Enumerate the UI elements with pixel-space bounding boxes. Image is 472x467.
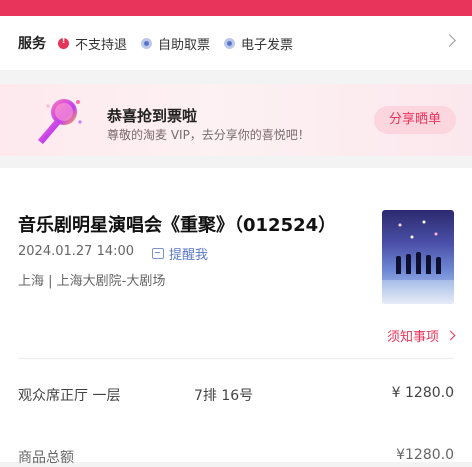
service-item-label: 不支持退: [75, 37, 128, 53]
remind-me-label: 提醒我: [169, 248, 209, 263]
service-item-label: 电子发票: [241, 37, 294, 53]
poster-figure: [436, 257, 441, 274]
check-circle-icon: [224, 37, 236, 49]
poster-stage: [382, 280, 454, 304]
event-title: 音乐剧明星演唱会《重聚》（012524）: [18, 215, 337, 236]
event-datetime: 2024.01.27 14:00: [18, 244, 135, 259]
service-item-e-invoice: 电子发票: [224, 34, 293, 53]
poster-figure: [426, 255, 431, 274]
congrats-title: 恭喜抢到票啦: [107, 107, 198, 125]
event-poster[interactable]: [382, 210, 454, 304]
congrats-subtitle: 尊敬的淘麦 VIP，去分享你的喜悦吧！: [107, 128, 310, 142]
check-circle-icon: [141, 37, 153, 49]
warning-icon: [58, 36, 69, 49]
congrats-banner: 恭喜抢到票啦 尊敬的淘麦 VIP，去分享你的喜悦吧！ 分享晒单: [0, 84, 472, 156]
total-price: ¥1280.0: [396, 447, 454, 463]
notice-label: 须知事项: [386, 330, 439, 345]
order-card: 音乐剧明星演唱会《重聚》（012524） 2024.01.27 14:00 提醒…: [0, 168, 472, 466]
poster-figure: [406, 254, 411, 274]
service-row[interactable]: 服务 不支持退 自助取票 电子发票: [0, 16, 472, 70]
notice-link[interactable]: 须知事项: [386, 326, 456, 345]
event-venue: 上海 | 上海大剧院-大剧场: [18, 274, 166, 289]
service-item-no-refund: 不支持退: [58, 34, 127, 53]
remind-me-button[interactable]: 提醒我: [152, 244, 208, 263]
ticket-seat: 7排 16号: [194, 388, 254, 404]
service-item-label: 自助取票: [158, 37, 211, 53]
chevron-right-icon: [445, 330, 456, 341]
ticket-price: ¥ 1280.0: [391, 385, 454, 401]
service-title: 服务: [18, 36, 46, 52]
chevron-right-icon[interactable]: [443, 34, 456, 47]
divider: [18, 358, 454, 359]
share-order-button[interactable]: 分享晒单: [374, 106, 456, 134]
service-item-self-pickup: 自助取票: [141, 34, 210, 53]
poster-figure: [396, 256, 401, 274]
ticket-area: 观众席正厅 一层: [18, 388, 121, 404]
top-header-bar: [0, 0, 472, 16]
poster-decoration: [388, 216, 448, 246]
total-label: 商品总额: [18, 450, 74, 466]
microphone-icon: [38, 99, 82, 144]
calendar-icon: [152, 248, 164, 259]
poster-figure: [416, 252, 421, 274]
